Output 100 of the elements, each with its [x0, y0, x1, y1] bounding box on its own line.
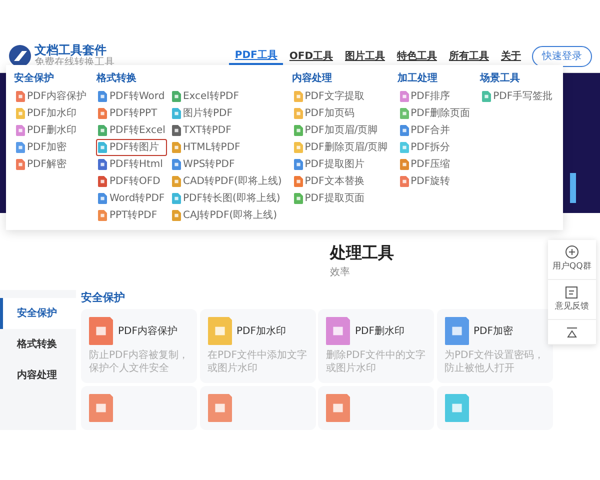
document-icon [294, 193, 303, 204]
menu-item[interactable]: PDF转PPT [96, 105, 168, 122]
document-icon [400, 159, 409, 170]
menu-group-title: 加工处理 [398, 72, 439, 86]
menu-item[interactable]: PDF提取页面 [292, 190, 390, 207]
menu-item[interactable]: PDF转Html [96, 156, 168, 173]
menu-item[interactable]: PDF加页码 [292, 105, 390, 122]
menu-item[interactable]: PDF加页眉/页脚 [292, 122, 390, 139]
menu-item[interactable]: Excel转PDF [170, 88, 284, 105]
menu-item-label: PDF转Excel [109, 124, 166, 138]
edit-icon[interactable] [565, 285, 579, 299]
menu-item-label: PDF加水印 [27, 106, 76, 121]
document-icon [16, 159, 25, 170]
document-icon [16, 108, 25, 119]
menu-item[interactable]: PDF转图片 [96, 139, 168, 156]
menu-item[interactable]: TXT转PDF [170, 122, 284, 139]
document-icon [98, 193, 108, 204]
document-icon [172, 159, 181, 170]
menu-item-label: PDF加密 [27, 140, 66, 155]
menu-item[interactable]: PDF转Excel [96, 122, 168, 139]
card-description: 防止PDF内容被复制，保护个人文件安全 [89, 349, 189, 375]
tool-card[interactable] [318, 386, 434, 430]
menu-item[interactable]: PDF加密 [14, 139, 88, 156]
menu-item-label: PDF加页码 [304, 106, 354, 121]
menu-item-label: 图片转PDF [182, 106, 232, 121]
document-icon [400, 108, 409, 119]
menu-item[interactable]: CAD转PDF(即将上线) [170, 173, 284, 190]
nav-link-item[interactable]: 特色工具 [391, 48, 443, 64]
document-icon [400, 142, 409, 153]
document-icon [98, 91, 108, 102]
card-title: PDF内容保护 [118, 324, 178, 338]
menu-group-title: 安全保护 [14, 71, 55, 86]
document-icon [172, 176, 181, 187]
document-icon [172, 142, 181, 153]
menu-item[interactable]: PDF转Word [96, 88, 168, 105]
tool-card[interactable] [436, 386, 552, 430]
menu-item-label: PDF删水印 [27, 124, 76, 138]
menu-item[interactable]: PDF拆分 [398, 139, 472, 156]
menu-item[interactable]: 图片转PDF [170, 105, 284, 122]
card-title: PDF加水印 [236, 324, 286, 338]
sidebar-item[interactable]: 格式转换 [0, 329, 76, 360]
nav-link-item[interactable]: 图片工具 [339, 48, 391, 64]
menu-item-label: PDF合并 [410, 124, 450, 138]
tool-card[interactable] [200, 386, 316, 430]
menu-item-label: PDF拆分 [410, 140, 450, 155]
menu-item[interactable]: PDF加水印 [14, 105, 88, 122]
menu-item-label: PPT转PDF [109, 209, 158, 223]
menu-item[interactable]: CAJ转PDF(即将上线) [170, 207, 284, 224]
menu-item[interactable]: PDF删除页面 [398, 105, 472, 122]
menu-item-label: CAD转PDF(即将上线) [182, 174, 282, 189]
menu-item[interactable]: PDF文字提取 [292, 88, 390, 105]
document-icon [16, 125, 25, 136]
tool-card[interactable]: PDF删水印 删除PDF文件中的文字或图片水印 [318, 309, 434, 383]
tool-card[interactable] [81, 386, 197, 430]
menu-item[interactable]: PDF解密 [14, 156, 88, 173]
menu-item[interactable]: PDF内容保护 [14, 88, 88, 105]
document-icon [172, 91, 181, 102]
menu-item[interactable]: HTML转PDF [170, 139, 284, 156]
document-icon [98, 159, 108, 170]
menu-group-title: 格式转换 [96, 72, 138, 86]
tool-card[interactable]: PDF内容保护 防止PDF内容被复制，保护个人文件安全 [81, 309, 197, 383]
login-button[interactable]: 快速登录 [532, 46, 592, 66]
document-icon [482, 91, 492, 102]
menu-item[interactable]: PDF文本替换 [292, 173, 390, 190]
menu-item[interactable]: PDF提取图片 [292, 156, 390, 173]
nav-link-item[interactable]: 所有工具 [443, 48, 495, 64]
hero-subtitle: 效率 [330, 266, 350, 280]
card-title: PDF加密 [474, 324, 513, 338]
menu-item-label: PDF转Html [109, 158, 163, 172]
document-icon [16, 142, 25, 153]
logo-title: 文档工具套件 [34, 44, 108, 57]
menu-item[interactable]: Word转PDF [96, 190, 168, 207]
document-icon [294, 176, 303, 187]
menu-item[interactable]: PDF删除页眉/页脚 [292, 139, 390, 156]
chat-icon[interactable] [565, 245, 579, 259]
sidebar-item[interactable]: 安全保护 [0, 298, 76, 329]
menu-item[interactable]: PDF排序 [398, 88, 472, 105]
menu-item-label: PDF排序 [410, 90, 450, 104]
nav-link-item[interactable]: 关于 [495, 48, 527, 64]
document-icon [172, 193, 181, 204]
menu-item[interactable]: PDF转长图(即将上线) [170, 190, 284, 207]
menu-item[interactable]: PDF合并 [398, 122, 472, 139]
tool-card[interactable]: PDF加密 为PDF文件设置密码，防止被他人打开 [436, 309, 552, 383]
menu-item[interactable]: PDF手写签批 [480, 88, 555, 105]
menu-item[interactable]: PDF旋转 [398, 173, 472, 190]
menu-group-title: 场景工具 [480, 72, 522, 86]
menu-item[interactable]: WPS转PDF [170, 156, 284, 173]
menu-item-label: CAJ转PDF(即将上线) [182, 208, 278, 223]
tool-card[interactable]: PDF加水印 在PDF文件中添加文字或图片水印 [200, 309, 316, 383]
menu-group-title: 内容处理 [292, 71, 333, 86]
document-icon [400, 91, 409, 102]
menu-item[interactable]: PDF转OFD [96, 173, 168, 190]
menu-item[interactable]: PPT转PDF [96, 207, 168, 224]
sidebar-item[interactable]: 内容处理 [0, 360, 76, 391]
menu-item[interactable]: PDF压缩 [398, 156, 472, 173]
menu-item-label: PDF内容保护 [27, 90, 86, 104]
menu-item-label: PDF手写签批 [493, 90, 553, 104]
menu-item[interactable]: PDF删水印 [14, 122, 88, 139]
nav-link-item[interactable]: OFD工具 [283, 48, 339, 64]
back-to-top-icon[interactable] [565, 325, 579, 339]
